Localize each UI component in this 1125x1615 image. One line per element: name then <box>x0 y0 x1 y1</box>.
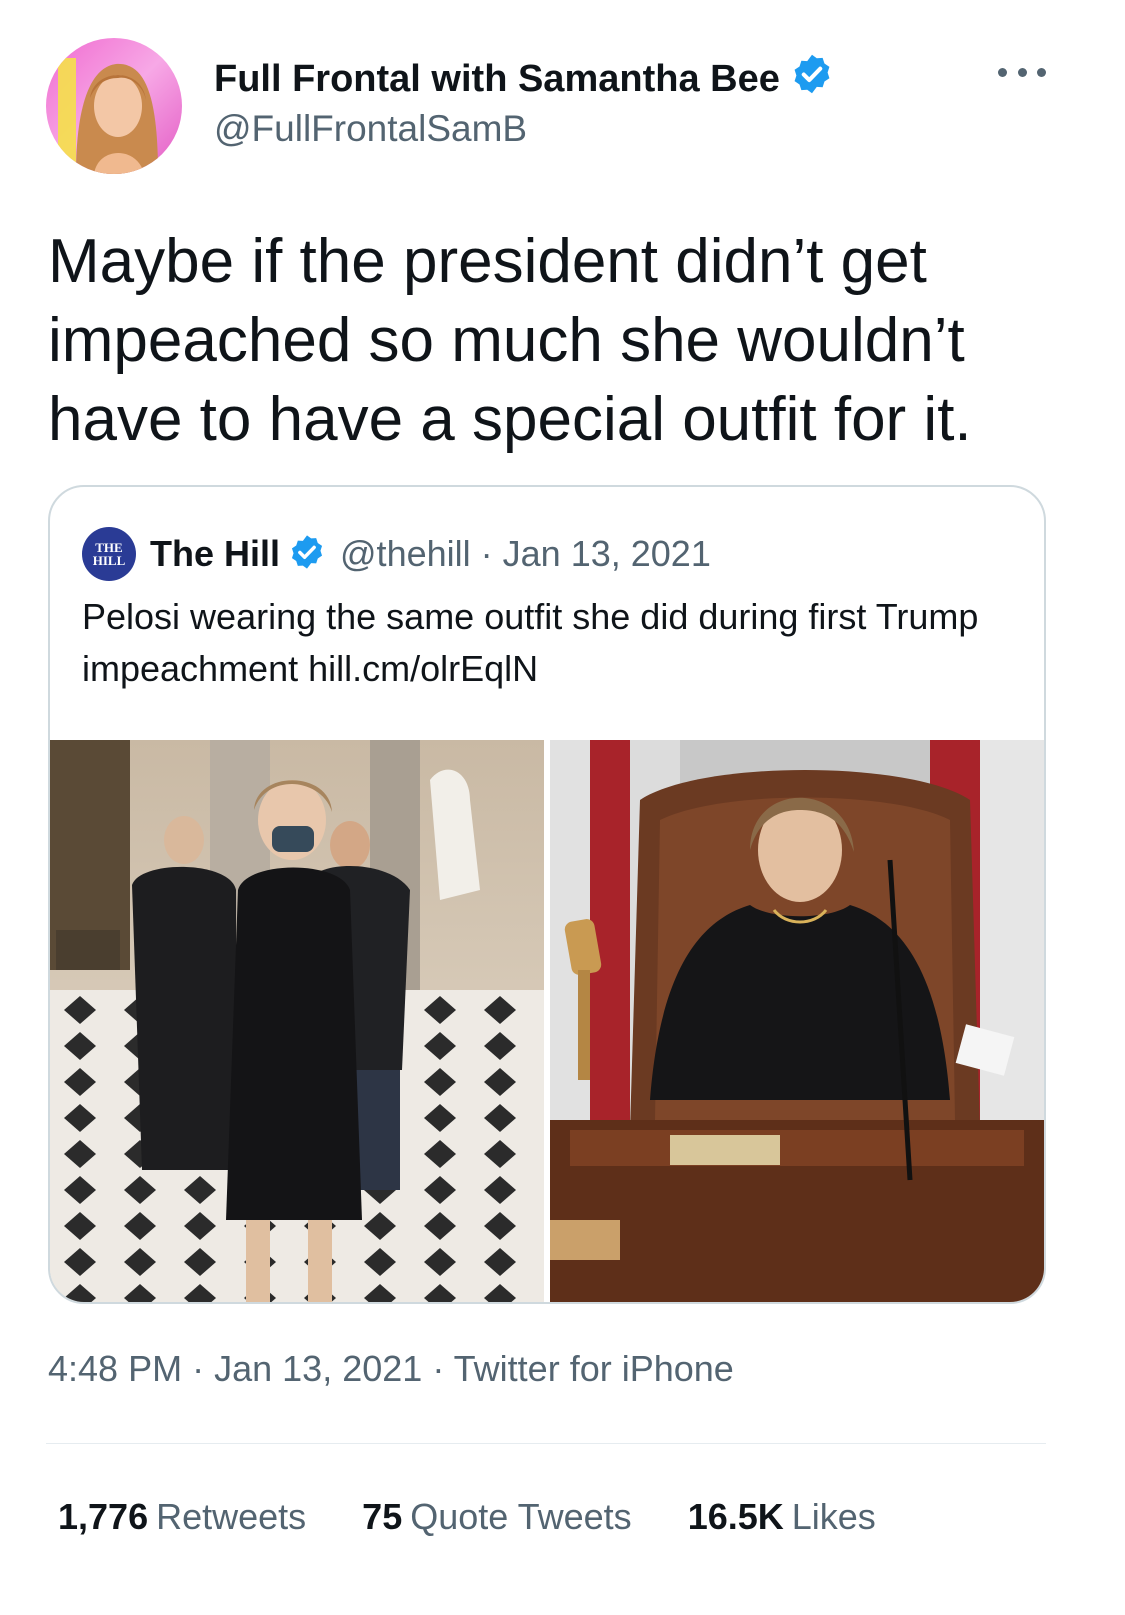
author-name-text[interactable]: Full Frontal with Samantha Bee <box>214 58 780 101</box>
meta-separator-1: · <box>192 1348 205 1389</box>
quoted-verified-badge-icon <box>288 533 326 576</box>
more-options-icon[interactable] <box>998 60 1046 84</box>
person-portrait-avatar-icon <box>46 38 182 174</box>
tweet-source[interactable]: Twitter for iPhone <box>454 1348 734 1389</box>
tweet-stats: 1,776 Retweets 75 Quote Tweets 16.5K Likes <box>58 1496 876 1538</box>
tweet-text: Maybe if the president didn’t get impeac… <box>48 227 972 454</box>
quoted-author-avatar[interactable]: THE HILL <box>82 527 136 581</box>
quoted-tweet-card[interactable]: THE HILL The Hill @thehill · Jan 13, 202… <box>48 485 1046 1304</box>
retweets-stat[interactable]: 1,776 Retweets <box>58 1496 306 1538</box>
photo-walking-in-hallway-icon[interactable] <box>50 740 544 1302</box>
quoted-author-handle[interactable]: @thehill · Jan 13, 2021 <box>340 533 711 575</box>
likes-stat[interactable]: 16.5K Likes <box>688 1496 876 1538</box>
quoted-tweet-header: THE HILL The Hill @thehill · Jan 13, 202… <box>82 527 711 581</box>
tweet-meta: 4:48 PM · Jan 13, 2021 · Twitter for iPh… <box>48 1348 734 1390</box>
quoted-tweet-text: Pelosi wearing the same outfit she did d… <box>82 591 1012 695</box>
verified-badge-icon <box>790 52 834 106</box>
retweets-label: Retweets <box>156 1496 307 1537</box>
quoted-link[interactable]: hill.cm/olrEqlN <box>308 648 538 689</box>
quoted-separator: · <box>480 533 493 574</box>
quote-tweets-stat[interactable]: 75 Quote Tweets <box>362 1496 632 1538</box>
meta-separator-2: · <box>432 1348 445 1389</box>
retweets-count: 1,776 <box>58 1496 149 1537</box>
divider <box>46 1443 1046 1444</box>
author-handle[interactable]: @FullFrontalSamB <box>214 108 527 150</box>
quoted-author-name[interactable]: The Hill <box>150 533 280 575</box>
tweet-time[interactable]: 4:48 PM <box>48 1348 182 1389</box>
quote-tweets-count: 75 <box>362 1496 403 1537</box>
quoted-date[interactable]: Jan 13, 2021 <box>503 533 711 574</box>
author-avatar[interactable] <box>46 38 182 174</box>
tweet-date[interactable]: Jan 13, 2021 <box>214 1348 422 1389</box>
likes-label: Likes <box>791 1496 876 1537</box>
quoted-media[interactable] <box>50 740 1044 1302</box>
quote-tweets-label: Quote Tweets <box>410 1496 632 1537</box>
quoted-handle-text: @thehill <box>340 533 471 574</box>
photo-speaker-with-gavel-icon[interactable] <box>550 740 1044 1302</box>
likes-count: 16.5K <box>687 1496 784 1537</box>
quoted-avatar-text-line2: HILL <box>92 553 126 568</box>
author-name[interactable]: Full Frontal with Samantha Bee <box>214 52 834 106</box>
